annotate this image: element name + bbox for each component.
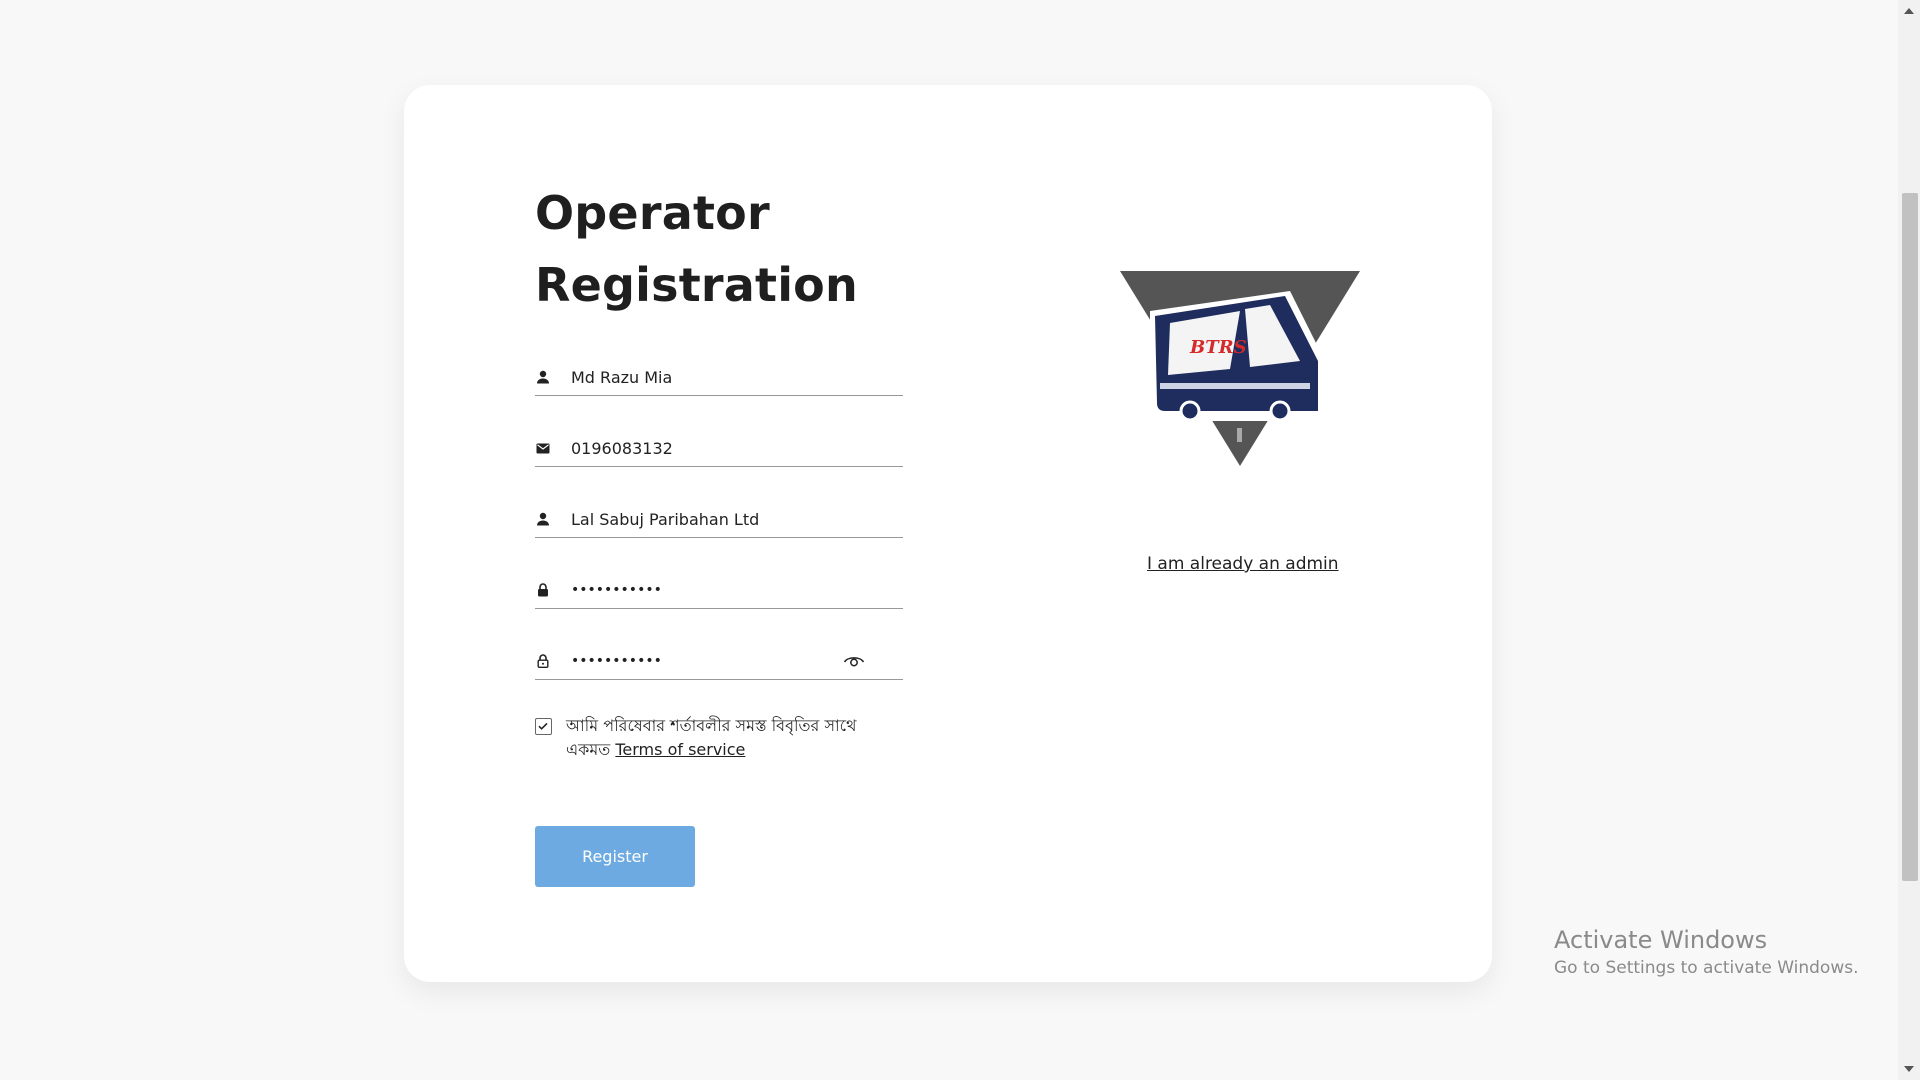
watermark-subtitle: Go to Settings to activate Windows. (1554, 958, 1859, 978)
logo-text: BTRS (1189, 337, 1247, 358)
register-button[interactable]: Register (535, 826, 695, 887)
scroll-up-arrow-icon[interactable] (1904, 8, 1914, 14)
phone-field (535, 430, 903, 467)
registration-card: Operator Registration Md Razu Mia 019608… (404, 85, 1492, 982)
name-field (535, 359, 903, 396)
watermark-title: Activate Windows (1554, 926, 1768, 954)
lock-icon (535, 582, 551, 598)
scroll-thumb[interactable] (1902, 193, 1918, 881)
confirm-password-field (535, 643, 903, 680)
title-line-2: Registration (535, 258, 858, 312)
name-input[interactable] (571, 362, 903, 392)
phone-input[interactable] (571, 433, 903, 463)
terms-checkbox[interactable] (535, 718, 552, 735)
user-icon (535, 511, 551, 527)
user-icon (535, 369, 551, 385)
page-title: Operator Registration (535, 177, 903, 321)
vertical-scrollbar[interactable] (1898, 0, 1920, 1080)
eye-icon[interactable] (843, 653, 865, 673)
company-field (535, 501, 903, 538)
terms-of-service-link[interactable]: Terms of service (615, 740, 745, 759)
password-field (535, 572, 903, 609)
terms-agreement: আমি পরিষেবার শর্তাবলীর সমস্ত বিবৃতির সাথ… (535, 714, 903, 762)
check-icon (538, 722, 548, 730)
unlock-icon (535, 653, 551, 669)
scroll-down-arrow-icon[interactable] (1904, 1066, 1914, 1072)
registration-form: Operator Registration Md Razu Mia 019608… (535, 177, 903, 887)
terms-text-wrapper: আমি পরিষেবার শর্তাবলীর সমস্ত বিবৃতির সাথ… (566, 714, 903, 762)
company-input[interactable] (571, 504, 903, 534)
mail-icon (535, 440, 551, 456)
windows-activation-watermark: Activate Windows Go to Settings to activ… (1554, 924, 1859, 980)
admin-login-link[interactable]: I am already an admin (1147, 554, 1339, 574)
password-input[interactable] (571, 575, 903, 605)
title-line-1: Operator (535, 186, 770, 240)
btrs-logo: BTRS (1120, 271, 1360, 471)
